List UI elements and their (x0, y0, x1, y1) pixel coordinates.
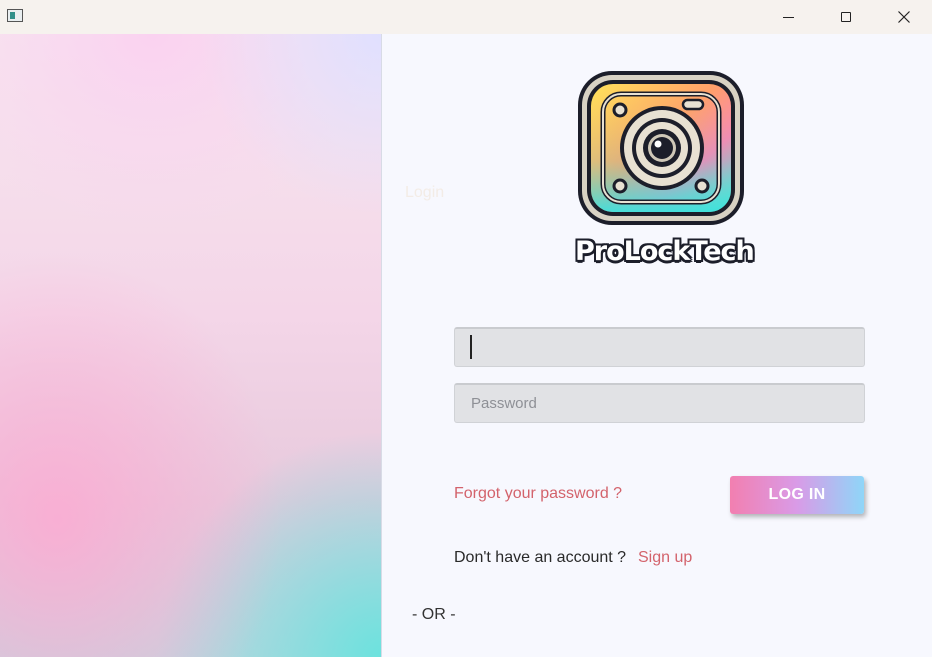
camera-icon (578, 71, 744, 225)
username-field[interactable] (454, 327, 865, 367)
forgot-password-link[interactable]: Forgot your password ? (454, 485, 622, 503)
background-login-label: Login (405, 184, 445, 201)
no-account-text: Don't have an account ? (454, 549, 627, 566)
login-button[interactable]: LOG IN (730, 476, 864, 514)
minimize-button[interactable] (759, 0, 817, 34)
minimize-icon (782, 16, 794, 18)
close-button[interactable] (875, 0, 932, 34)
maximize-button[interactable] (817, 0, 875, 34)
brand-logo: ProLockTech (575, 68, 755, 280)
title-bar[interactable] (0, 0, 932, 34)
password-field[interactable] (454, 383, 865, 423)
text-cursor (470, 335, 472, 359)
maximize-icon (841, 12, 851, 22)
login-panel: Login ProLockTech Forgot your password ?… (382, 34, 932, 657)
app-icon (7, 9, 23, 22)
decorative-gradient-panel (0, 34, 382, 657)
signup-link[interactable]: Sign up (638, 549, 692, 567)
close-icon (898, 11, 910, 23)
login-window: Login ProLockTech Forgot your password ?… (0, 0, 932, 657)
brand-name: ProLockTech (575, 236, 755, 267)
or-divider: - OR - (412, 606, 456, 623)
